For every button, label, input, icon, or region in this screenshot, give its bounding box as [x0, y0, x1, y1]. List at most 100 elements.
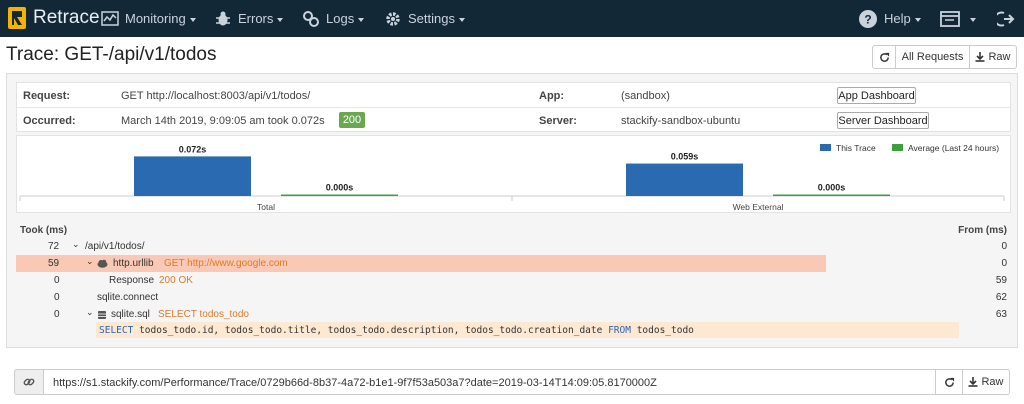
help-icon: ?: [859, 9, 877, 28]
occurred-label: Occurred:: [23, 115, 76, 127]
logout-button[interactable]: [997, 0, 1021, 37]
nav-errors-label: Errors: [238, 11, 274, 26]
took-value: 0: [54, 309, 60, 320]
chevron-down-icon: [358, 17, 365, 22]
nav-help-label: Help: [884, 11, 911, 26]
info-row-occurred: Occurred: March 14th 2019, 9:09:05 am to…: [17, 108, 1010, 133]
sql-keyword: FROM: [608, 325, 631, 336]
bar-data-label: 0.000s: [818, 183, 846, 193]
chart-bar: [281, 194, 398, 196]
nav-settings-label: Settings: [408, 11, 455, 26]
chevron-down-icon[interactable]: ⌄: [72, 239, 80, 250]
nav-logs[interactable]: Logs: [302, 0, 365, 37]
bar-data-label: 0.072s: [179, 144, 207, 154]
nav-monitoring[interactable]: Monitoring: [101, 0, 196, 37]
took-header: Took (ms): [20, 225, 68, 236]
row-detail: GET http://www.google.com: [164, 258, 288, 269]
chart-bar: [134, 156, 251, 196]
took-value: 72: [48, 241, 60, 252]
took-value: 59: [48, 258, 60, 269]
brand[interactable]: Retrace: [6, 5, 100, 31]
chart-bar: [626, 163, 743, 196]
status-badge: 200: [339, 112, 365, 128]
download-icon: [968, 377, 978, 387]
raw-button[interactable]: Raw: [969, 45, 1017, 69]
retrace-logo-icon: [8, 7, 26, 29]
from-value: 62: [995, 292, 1007, 303]
cloud-icon: [97, 259, 108, 268]
trace-row[interactable]: 59 ⌄ http.urllib GET http://www.google.c…: [16, 255, 1011, 272]
raw-button-label: Raw: [988, 51, 1011, 63]
logs-icon: [303, 10, 319, 27]
permalink-url: https://s1.stackify.com/Performance/Trac…: [53, 377, 657, 389]
nav-logs-label: Logs: [326, 11, 355, 26]
sql-statement: SELECT todos_todo.id, todos_todo.title, …: [96, 322, 959, 338]
from-value: 0: [1001, 258, 1007, 269]
legend-entry: This Trace: [836, 143, 876, 153]
download-icon: [975, 52, 985, 62]
trace-row[interactable]: 0 ⌄ sqlite.sql SELECT todos_todo 63: [16, 306, 1011, 323]
trace-row[interactable]: 0 sqlite.connect 62: [16, 289, 1011, 306]
x-tick-label: Total: [257, 202, 275, 212]
raw-link-button[interactable]: Raw: [962, 369, 1010, 395]
link-button[interactable]: [14, 369, 44, 395]
refresh-button[interactable]: [872, 45, 896, 69]
from-value: 0: [1001, 241, 1007, 252]
trace-info: Request: GET http://localhost:8003/api/v…: [16, 82, 1011, 132]
row-name: Response: [109, 275, 155, 286]
chevron-down-icon: [914, 17, 921, 22]
top-nav: Retrace Monitoring Errors Logs Settings …: [0, 0, 1024, 37]
chevron-down-icon[interactable]: ⌄: [86, 307, 94, 318]
window-icon: [940, 10, 960, 27]
server-dashboard-button[interactable]: Server Dashboard: [837, 112, 929, 129]
chevron-down-icon[interactable]: ⌄: [86, 256, 94, 267]
app-label: App:: [539, 90, 565, 102]
legend-swatch: [820, 144, 831, 151]
nav-settings[interactable]: Settings: [384, 0, 465, 37]
bar-data-label: 0.000s: [326, 183, 354, 193]
database-icon: [98, 311, 106, 319]
took-value: 0: [54, 275, 60, 286]
chart-svg: 0.072s 0.000s Total 0.059s 0.000s Web Externa…: [19, 143, 1005, 212]
from-header: From (ms): [958, 225, 1007, 236]
occurred-value: March 14th 2019, 9:09:05 am took 0.072s: [121, 115, 325, 127]
trace-row[interactable]: 0 Response 200 OK 59: [16, 272, 1011, 289]
request-value: GET http://localhost:8003/api/v1/todos/: [121, 90, 311, 102]
permalink-input[interactable]: https://s1.stackify.com/Performance/Trac…: [43, 369, 936, 395]
bug-icon: [216, 11, 230, 25]
trace-chart: 0.072s 0.000s Total 0.059s 0.000s Web Externa…: [16, 135, 1011, 213]
page-title: Trace: GET-/api/v1/todos: [6, 44, 217, 65]
app-value: (sandbox): [621, 90, 670, 102]
row-detail: 200 OK: [159, 275, 193, 286]
nav-account-menu[interactable]: [940, 0, 976, 37]
link-icon: [23, 378, 35, 386]
legend-swatch: [892, 144, 903, 151]
gear-icon: [386, 11, 400, 26]
row-name: sqlite.sql: [111, 309, 150, 320]
logout-icon: [997, 11, 1015, 26]
sql-columns: todos_todo.id, todos_todo.title, todos_t…: [139, 325, 603, 336]
refresh-icon: [944, 377, 954, 387]
row-name: http.urllib: [113, 258, 154, 269]
server-label: Server:: [539, 115, 577, 127]
refresh-link-button[interactable]: [935, 369, 963, 395]
chevron-down-icon: [970, 17, 976, 22]
row-name: /api/v1/todos/: [85, 241, 145, 252]
all-requests-button[interactable]: All Requests: [895, 45, 970, 69]
trace-row[interactable]: 72 ⌄ /api/v1/todos/ 0: [16, 238, 1011, 255]
bar-data-label: 0.059s: [671, 152, 699, 162]
nav-errors[interactable]: Errors: [214, 0, 284, 37]
row-detail: SELECT todos_todo: [158, 309, 249, 320]
row-name: sqlite.connect: [97, 292, 159, 303]
permalink-bar: https://s1.stackify.com/Performance/Trac…: [14, 369, 1010, 395]
x-tick-label: Web External: [733, 202, 784, 212]
chevron-down-icon: [189, 17, 196, 22]
app-dashboard-button[interactable]: App Dashboard: [837, 87, 916, 104]
chevron-down-icon: [458, 17, 465, 22]
server-value: stackify-sandbox-ubuntu: [621, 115, 741, 127]
brand-name: Retrace: [33, 7, 100, 28]
refresh-icon: [879, 52, 889, 62]
from-value: 59: [995, 275, 1007, 286]
nav-help[interactable]: ? Help: [858, 0, 921, 37]
top-actions: All Requests Raw: [872, 45, 1017, 69]
